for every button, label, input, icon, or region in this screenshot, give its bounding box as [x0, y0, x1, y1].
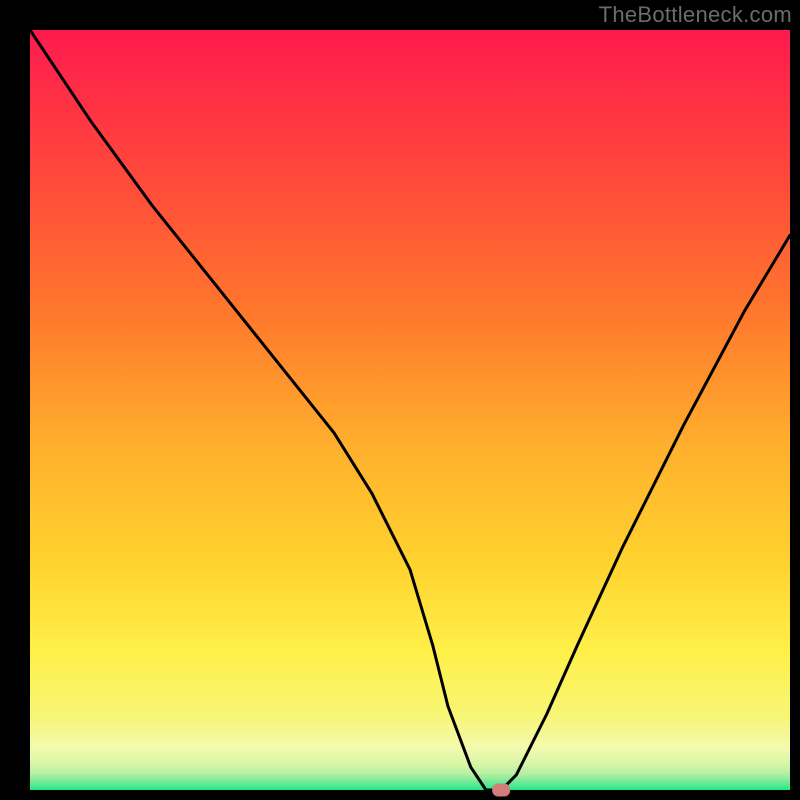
chart-container: TheBottleneck.com [0, 0, 800, 800]
watermark-text: TheBottleneck.com [599, 2, 792, 28]
gradient-backdrop [30, 30, 790, 790]
optimal-marker [492, 784, 510, 797]
bottleneck-plot [0, 0, 800, 800]
